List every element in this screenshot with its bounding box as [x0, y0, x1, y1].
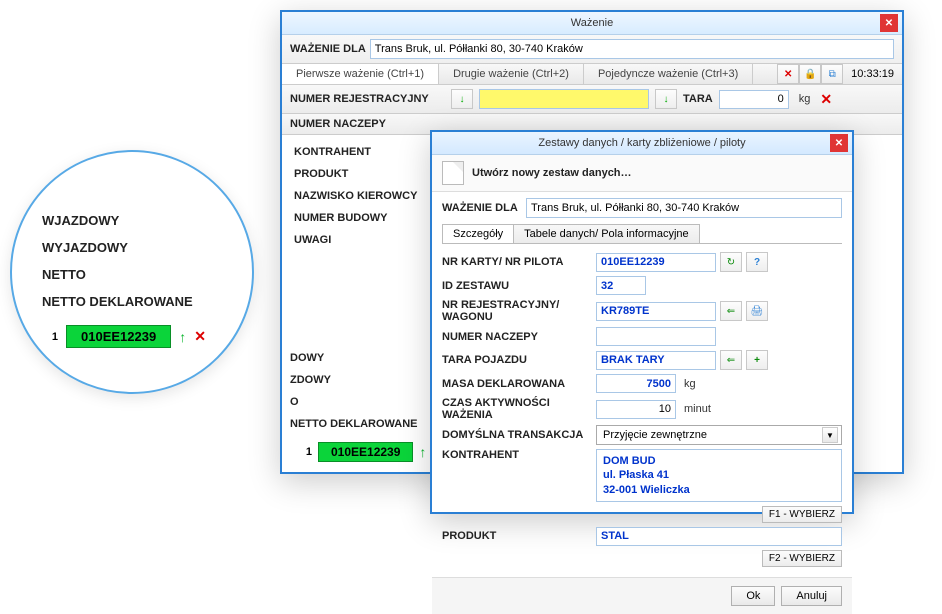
- front-close-icon[interactable]: ✕: [830, 134, 848, 152]
- tara-value: 0: [719, 90, 789, 109]
- numer-rej-row: NUMER REJESTRACYJNY ↓ ↓ TARA 0 kg ✕: [282, 85, 902, 114]
- nr-rej-value[interactable]: KR789TE: [596, 302, 716, 321]
- czas-akt-unit: minut: [680, 403, 715, 415]
- inner-tabs: Szczegóły Tabele danych/ Pola informacyj…: [442, 224, 842, 244]
- front-wazenie-dla-label: WAŻENIE DLA: [442, 202, 522, 214]
- numer-rej-label: NUMER REJESTRACYJNY: [290, 93, 445, 105]
- f2-wybierz-button[interactable]: F2 - WYBIERZ: [762, 550, 842, 567]
- arrow-down-icon[interactable]: ↓: [451, 89, 473, 109]
- window-title: Ważenie: [571, 17, 613, 29]
- front-subtitle: Utwórz nowy zestaw danych…: [472, 167, 632, 179]
- mag-list-row: 1 010EE12239 ↑ ✕: [42, 325, 252, 348]
- tab-drugie[interactable]: Drugie ważenie (Ctrl+2): [439, 64, 584, 84]
- tara-label: TARA: [683, 93, 713, 105]
- numer-naczepy-label-f: NUMER NACZEPY: [442, 331, 592, 343]
- kontrahent-line1: DOM BUD: [603, 454, 835, 468]
- refresh-icon[interactable]: ↻: [720, 252, 742, 272]
- chevron-down-icon: ▼: [822, 427, 838, 443]
- list-row: 1 010EE12239 ↑ ✕: [288, 438, 452, 466]
- masa-dekl-label: MASA DEKLAROWANA: [442, 378, 592, 390]
- mag-remove-icon[interactable]: ✕: [194, 328, 206, 345]
- tara-pojazdu-label: TARA POJAZDU: [442, 354, 592, 366]
- back-arrow-icon-2[interactable]: ⇐: [720, 350, 742, 370]
- mag-arrow-up-icon[interactable]: ↑: [179, 329, 186, 345]
- weighing-tabs: Pierwsze ważenie (Ctrl+1) Drugie ważenie…: [282, 64, 902, 85]
- titlebar: Ważenie ✕: [282, 12, 902, 35]
- produkt-value[interactable]: STAL: [596, 527, 842, 546]
- produkt-label-f: PRODUKT: [442, 530, 592, 542]
- magnifier-lens: WJAZDOWY WYJAZDOWY NETTO NETTO DEKLAROWA…: [10, 150, 254, 394]
- mag-wyjazdowy: WYJAZDOWY: [42, 234, 252, 261]
- help-icon[interactable]: ?: [746, 252, 768, 272]
- kontrahent-line3: 32-001 Wieliczka: [603, 483, 835, 497]
- nr-rej-label: NR REJESTRACYJNY/ WAGONU: [442, 299, 592, 323]
- dialog-footer: Ok Anuluj: [432, 577, 852, 614]
- domyslna-trans-value: Przyjęcie zewnętrzne: [603, 429, 707, 441]
- wazenie-dla-input[interactable]: [370, 39, 894, 59]
- id-zestawu-label: ID ZESTAWU: [442, 280, 592, 292]
- copy-icon[interactable]: ⧉: [821, 64, 843, 84]
- masa-dekl-unit: kg: [680, 378, 700, 390]
- row-index: 1: [296, 446, 312, 458]
- mag-row-index: 1: [42, 331, 58, 343]
- front-window-title: Zestawy danych / karty zbliżeniowe / pil…: [538, 137, 745, 149]
- nr-karty-value[interactable]: 010EE12239: [596, 253, 716, 272]
- arrow-up-icon[interactable]: ↑: [419, 444, 426, 460]
- id-zestawu-value[interactable]: 32: [596, 276, 646, 295]
- clear-tara-icon[interactable]: ✕: [820, 91, 832, 108]
- kontrahent-line2: ul. Płaska 41: [603, 468, 835, 482]
- f1-wybierz-button[interactable]: F1 - WYBIERZ: [762, 506, 842, 523]
- tara-unit: kg: [795, 93, 815, 105]
- page-icon: [442, 161, 464, 185]
- domyslna-trans-label: DOMYŚLNA TRANSAKCJA: [442, 429, 592, 441]
- domyslna-trans-select[interactable]: Przyjęcie zewnętrzne ▼: [596, 425, 842, 445]
- mag-netto-dekl: NETTO DEKLAROWANE: [42, 288, 252, 315]
- back-arrow-icon[interactable]: ⇐: [720, 301, 742, 321]
- kontrahent-label-f: KONTRAHENT: [442, 449, 592, 461]
- tab-szczegoly[interactable]: Szczegóły: [442, 224, 514, 243]
- tab-pojedyncze[interactable]: Pojedyncze ważenie (Ctrl+3): [584, 64, 753, 84]
- mag-netto: NETTO: [42, 261, 252, 288]
- nr-karty-label: NR KARTY/ NR PILOTA: [442, 256, 592, 268]
- tab-tabele-danych[interactable]: Tabele danych/ Pola informacyjne: [513, 224, 699, 243]
- arrow-down-icon-2[interactable]: ↓: [655, 89, 677, 109]
- anuluj-button[interactable]: Anuluj: [781, 586, 842, 606]
- front-titlebar: Zestawy danych / karty zbliżeniowe / pil…: [432, 132, 852, 155]
- delete-icon[interactable]: ✕: [777, 64, 799, 84]
- print-icon[interactable]: 🖨: [746, 301, 768, 321]
- zestawy-danych-window: Zestawy danych / karty zbliżeniowe / pil…: [430, 130, 854, 514]
- wazenie-dla-row: WAŻENIE DLA: [282, 35, 902, 64]
- clock: 10:33:19: [843, 64, 902, 84]
- masa-dekl-value[interactable]: 7500: [596, 374, 676, 393]
- front-wazenie-dla-input[interactable]: [526, 198, 842, 218]
- kontrahent-box: DOM BUD ul. Płaska 41 32-001 Wieliczka: [596, 449, 842, 502]
- partial-field-labels: DOWY ZDOWY O NETTO DEKLAROWANE: [290, 347, 418, 435]
- close-icon[interactable]: ✕: [880, 14, 898, 32]
- wazenie-dla-label: WAŻENIE DLA: [290, 43, 366, 55]
- numer-rej-input[interactable]: [479, 89, 649, 109]
- czas-akt-label: CZAS AKTYWNOŚCI WAŻENIA: [442, 397, 592, 421]
- numer-naczepy-value[interactable]: [596, 327, 716, 346]
- tab-pierwsze[interactable]: Pierwsze ważenie (Ctrl+1): [282, 64, 439, 84]
- lock-icon[interactable]: 🔒: [799, 64, 821, 84]
- front-wazenie-dla-row: WAŻENIE DLA: [442, 196, 842, 220]
- add-icon[interactable]: +: [746, 350, 768, 370]
- czas-akt-value[interactable]: 10: [596, 400, 676, 419]
- ok-button[interactable]: Ok: [731, 586, 775, 606]
- mag-wjazdowy: WJAZDOWY: [42, 207, 252, 234]
- card-code-badge[interactable]: 010EE12239: [318, 442, 413, 462]
- mag-card-code-badge[interactable]: 010EE12239: [66, 325, 171, 348]
- front-subheader: Utwórz nowy zestaw danych…: [432, 155, 852, 192]
- tara-pojazdu-value[interactable]: BRAK TARY: [596, 351, 716, 370]
- numer-naczepy-label: NUMER NACZEPY: [290, 118, 445, 130]
